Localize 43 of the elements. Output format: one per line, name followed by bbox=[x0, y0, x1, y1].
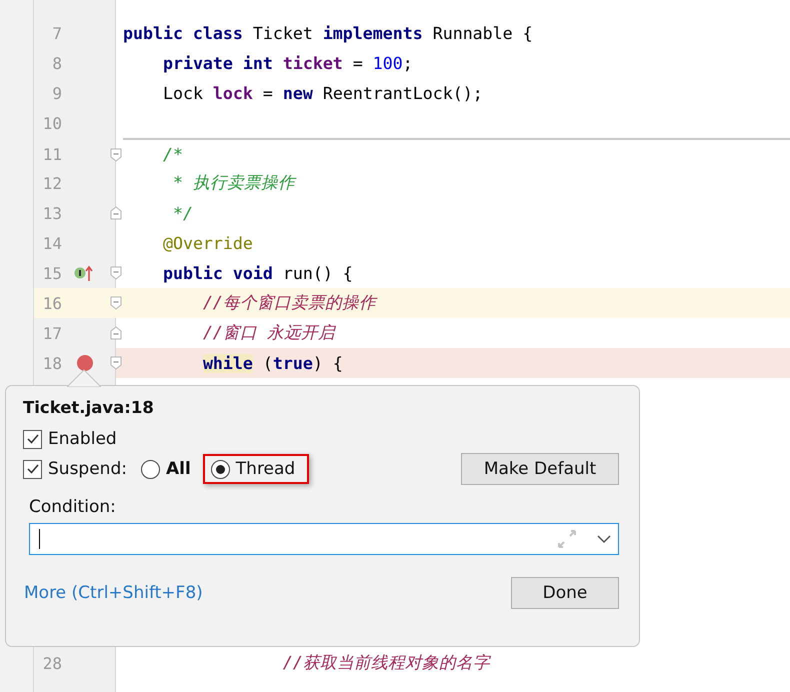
code-line: /* bbox=[162, 144, 183, 164]
code-line: public class Ticket implements Runnable { bbox=[123, 24, 533, 42]
line-number: 12 bbox=[42, 174, 62, 192]
line-number: 18 bbox=[42, 354, 62, 372]
condition-label: Condition: bbox=[29, 497, 117, 517]
line-number: 8 bbox=[51, 54, 62, 72]
breakpoint-icon[interactable] bbox=[76, 354, 94, 372]
suspend-checkbox[interactable]: Suspend: bbox=[23, 459, 127, 479]
code-line: private int ticket = 100; bbox=[162, 54, 413, 72]
code-line: Lock lock = new ReentrantLock(); bbox=[162, 84, 483, 102]
line-number: 13 bbox=[42, 204, 62, 222]
code-line: //窗口 永远开启 bbox=[202, 322, 335, 344]
code-line: while (true) { bbox=[202, 354, 343, 372]
fold-marker-icon[interactable] bbox=[110, 266, 122, 280]
code-line: */ bbox=[172, 204, 193, 222]
line-number: 7 bbox=[51, 24, 62, 42]
make-default-button[interactable]: Make Default bbox=[461, 453, 619, 485]
fold-marker-icon[interactable] bbox=[110, 356, 122, 370]
line-number: 16 bbox=[42, 294, 62, 312]
done-button[interactable]: Done bbox=[511, 577, 619, 609]
fold-marker-icon[interactable] bbox=[110, 148, 122, 162]
code-line: * 执行卖票操作 bbox=[172, 172, 295, 194]
line-number: 15 bbox=[42, 264, 62, 282]
code-line: public void run() { bbox=[162, 264, 353, 282]
highlighted-radio-option[interactable]: Thread bbox=[202, 454, 310, 484]
code-line: //获取当前线程对象的名字 bbox=[282, 652, 490, 674]
code-line: //每个窗口卖票的操作 bbox=[202, 292, 376, 314]
condition-input-field[interactable] bbox=[29, 523, 619, 555]
fold-marker-icon[interactable] bbox=[110, 296, 122, 310]
line-number: 17 bbox=[42, 324, 62, 342]
unfold-marker-icon[interactable] bbox=[110, 206, 122, 220]
line-number: 9 bbox=[51, 84, 62, 102]
line-number: 11 bbox=[42, 144, 62, 164]
line-number: 10 bbox=[42, 114, 62, 132]
radio-option[interactable]: All bbox=[140, 455, 197, 483]
code-line: @Override bbox=[162, 234, 253, 252]
line-number: 14 bbox=[42, 234, 62, 252]
more-link[interactable]: More (Ctrl+Shift+F8) bbox=[24, 583, 203, 603]
enabled-checkbox[interactable]: Enabled bbox=[23, 429, 117, 449]
unfold-marker-icon[interactable] bbox=[110, 326, 122, 340]
chevron-down-icon[interactable] bbox=[597, 534, 611, 544]
line-number: 28 bbox=[42, 654, 62, 672]
popup-title: Ticket.java:18 bbox=[23, 398, 155, 417]
